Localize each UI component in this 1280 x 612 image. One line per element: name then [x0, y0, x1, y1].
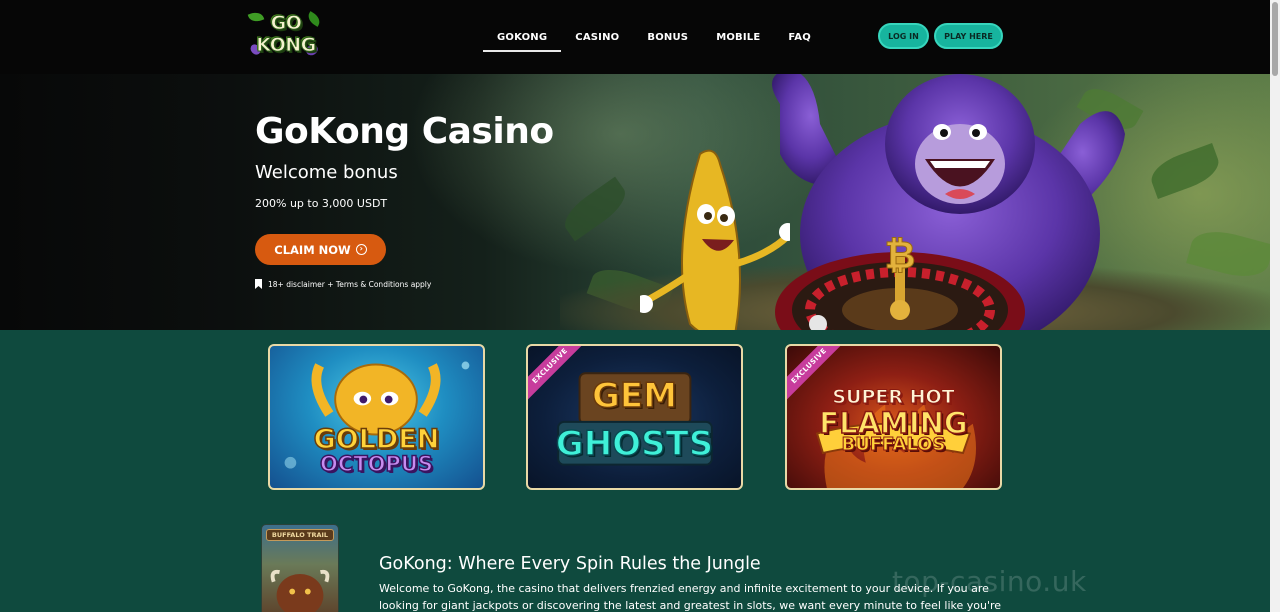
- hero-title: GoKong Casino: [255, 111, 554, 152]
- play-here-button[interactable]: PLAY HERE: [934, 23, 1003, 49]
- buffalo-icon: [270, 569, 330, 612]
- disclaimer: 18+ disclaimer + Terms & Conditions appl…: [255, 279, 431, 289]
- game-card-super-hot-flaming-buffalos[interactable]: EXCLUSIVE SUPER HOT FLAMING BUFFALOS: [785, 344, 1002, 490]
- game-title-line1: GOLDEN: [313, 423, 440, 456]
- arrow-circle-icon: ›: [355, 244, 367, 255]
- claim-now-button[interactable]: CLAIM NOW ›: [255, 234, 386, 265]
- claim-now-label: CLAIM NOW: [274, 242, 351, 257]
- game-title-line3: BUFFALOS: [841, 434, 946, 456]
- svg-text:₿: ₿: [885, 233, 916, 277]
- login-button[interactable]: LOG IN: [878, 23, 929, 49]
- bookmark-icon: [255, 279, 262, 289]
- main-nav: GOKONG CASINO BONUS MOBILE FAQ: [483, 0, 825, 74]
- article-heading: GoKong: Where Every Spin Rules the Jungl…: [379, 554, 761, 574]
- buffalo-trail-thumbnail[interactable]: BUFFALO TRAIL: [261, 524, 339, 612]
- game-title-line2: OCTOPUS: [319, 451, 434, 477]
- disclaimer-text: 18+ disclaimer + Terms & Conditions appl…: [268, 279, 432, 289]
- game-title-line2: GHOSTS: [555, 423, 714, 465]
- game-title-line1: SUPER HOT: [832, 386, 955, 409]
- nav-item-gokong[interactable]: GOKONG: [483, 0, 562, 74]
- nav-item-bonus[interactable]: BONUS: [633, 0, 702, 74]
- hero-subtitle: Welcome bonus: [255, 162, 398, 183]
- game-card-golden-octopus[interactable]: GOLDEN OCTOPUS: [268, 344, 485, 490]
- page-scrollbar[interactable]: [1270, 0, 1280, 612]
- gem-ghosts-art: [557, 372, 713, 466]
- game-card-gem-ghosts[interactable]: EXCLUSIVE GEM GHOSTS: [526, 344, 743, 490]
- bonus-offer: 200% up to 3,000 USDT: [255, 197, 388, 210]
- hero-banner: ₿ GoKong Casino Welcome bonus 200% up to…: [0, 74, 1270, 330]
- nav-item-faq[interactable]: FAQ: [774, 0, 825, 74]
- watermark: top-casino.uk: [892, 565, 1087, 598]
- featured-games: GOLDEN OCTOPUS EXCLUSIVE GEM GHOSTS EXCL…: [268, 344, 1008, 492]
- game-title-line1: GEM: [591, 375, 677, 417]
- jungle-leaf: [1146, 143, 1224, 199]
- gokong-logo[interactable]: GO KONG: [247, 9, 323, 62]
- roulette-wheel-illustration: ₿: [775, 233, 1025, 330]
- banana-illustration: [640, 149, 790, 330]
- nav-item-casino[interactable]: CASINO: [561, 0, 633, 74]
- scrollbar-thumb[interactable]: [1272, 2, 1278, 76]
- nav-item-mobile[interactable]: MOBILE: [702, 0, 774, 74]
- logo-text: GO KONG: [256, 12, 317, 57]
- site-header: GO KONG GOKONG CASINO BONUS MOBILE FAQ L…: [0, 0, 1270, 74]
- jungle-leaf: [557, 176, 633, 242]
